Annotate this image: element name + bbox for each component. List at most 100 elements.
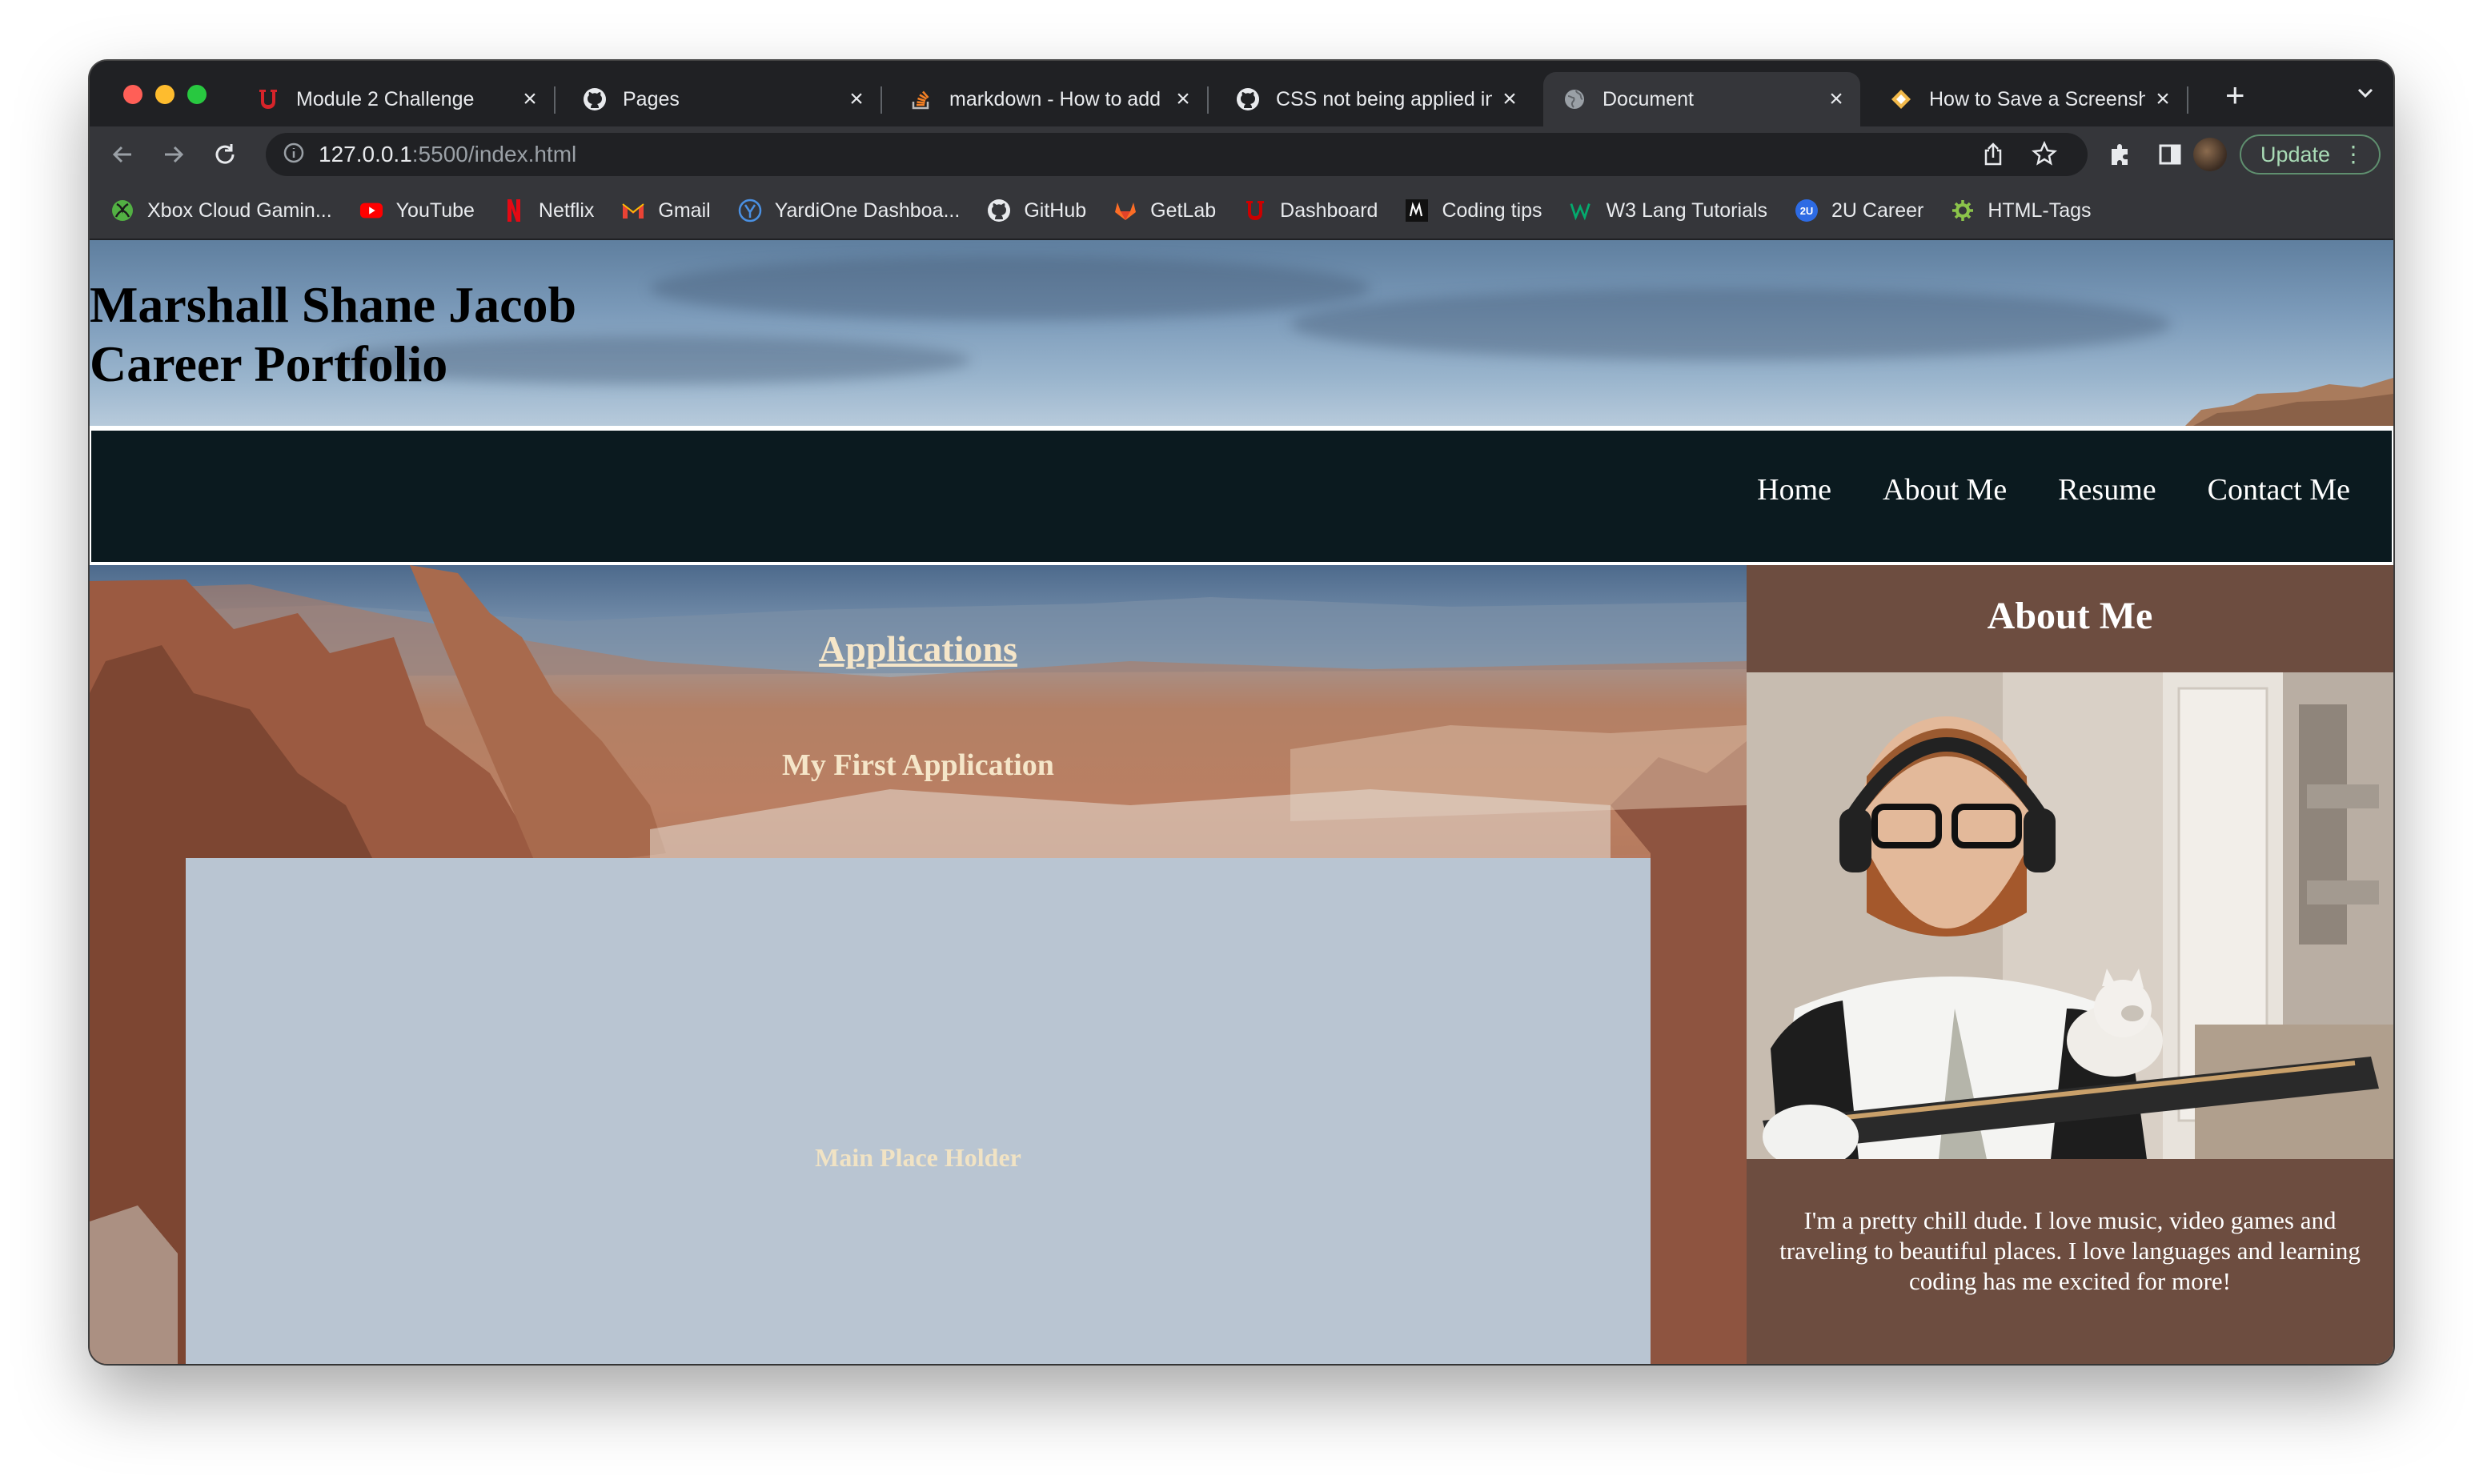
nav-link-contact-me[interactable]: Contact Me: [2208, 472, 2350, 507]
w3-icon: [1570, 199, 1594, 223]
url-path: :5500/index.html: [411, 142, 577, 166]
tab-document[interactable]: Document ×: [1543, 72, 1860, 126]
about-me-heading: About Me: [1987, 595, 2153, 637]
about-me-text: I'm a pretty chill dude. I love music, v…: [1779, 1206, 2361, 1295]
tab-css-not-applied[interactable]: CSS not being applied in ×: [1217, 72, 1534, 126]
diamond-icon: [1889, 87, 1913, 111]
nav-link-home[interactable]: Home: [1757, 472, 1831, 507]
bookmark-2u-career[interactable]: 2U 2U Career: [1795, 199, 1923, 223]
side-panel-icon[interactable]: [2156, 141, 2184, 168]
applications-heading[interactable]: Applications: [90, 628, 1747, 670]
close-icon[interactable]: ×: [1827, 87, 1846, 111]
main-placeholder-text: Main Place Holder: [815, 1143, 1021, 1172]
bookmarks-bar: Xbox Cloud Gamin... YouTube Netflix Gmai…: [90, 182, 2393, 240]
youtube-icon: [359, 199, 383, 223]
header-rock-formation: [2185, 378, 2393, 426]
about-me-aside: About Me I'm a pretty chill dude. I love…: [1747, 565, 2393, 1364]
tab-how-to-save-screenshot[interactable]: How to Save a Screensh ×: [1870, 72, 2188, 126]
close-icon[interactable]: ×: [1500, 87, 1519, 111]
gear-icon: [1951, 199, 1975, 223]
maximize-window-button[interactable]: [187, 85, 207, 104]
update-button[interactable]: Update ⋮: [2240, 134, 2381, 174]
netflix-icon: [502, 199, 526, 223]
tab-title: CSS not being applied in: [1276, 87, 1492, 110]
github-icon: [987, 199, 1011, 223]
bookmark-coding-tips[interactable]: Coding tips: [1405, 199, 1542, 223]
site-title-line2: Career Portfolio: [90, 335, 448, 392]
address-bar[interactable]: 127.0.0.1:5500/index.html: [266, 133, 2088, 176]
back-arrow-icon[interactable]: [109, 141, 136, 168]
profile-avatar[interactable]: [2193, 138, 2227, 171]
site-nav: Home About Me Resume Contact Me: [90, 431, 2393, 565]
bookmark-xbox[interactable]: Xbox Cloud Gamin...: [110, 199, 332, 223]
forward-arrow-icon[interactable]: [160, 141, 187, 168]
minimize-window-button[interactable]: [155, 85, 174, 104]
gmail-icon: [621, 199, 645, 223]
bookmark-label: HTML-Tags: [1988, 199, 2092, 222]
bookmark-dashboard[interactable]: Dashboard: [1243, 199, 1378, 223]
bookmark-yardione[interactable]: YardiOne Dashboa...: [738, 199, 960, 223]
bookmark-gitlab[interactable]: GetLab: [1113, 199, 1216, 223]
bookmark-html-tags[interactable]: HTML-Tags: [1951, 199, 2092, 223]
site-title-line1: Marshall Shane Jacob: [90, 276, 577, 333]
close-icon[interactable]: ×: [520, 87, 540, 111]
url-host: 127.0.0.1: [319, 142, 412, 166]
bookmark-netflix[interactable]: Netflix: [502, 199, 594, 223]
bookmark-label: 2U Career: [1831, 199, 1924, 222]
nav-link-resume[interactable]: Resume: [2058, 472, 2156, 507]
first-application-title: My First Application: [782, 748, 1054, 782]
medium-icon: [1405, 199, 1429, 223]
share-icon[interactable]: [1982, 142, 2004, 170]
github-icon: [583, 87, 607, 111]
2u-icon: 2U: [1795, 199, 1819, 223]
gitlab-icon: [1113, 199, 1137, 223]
tab-module-2-challenge[interactable]: Module 2 Challenge ×: [237, 72, 556, 126]
tab-title: Document: [1603, 87, 1694, 110]
site-header: Marshall Shane Jacob Career Portfolio: [90, 240, 2393, 429]
tab-title: Pages: [623, 87, 680, 110]
bookmark-w3-lang[interactable]: W3 Lang Tutorials: [1570, 199, 1768, 223]
yardi-icon: [738, 199, 762, 223]
stackoverflow-icon: [909, 87, 933, 111]
profile-photo: [1747, 672, 2393, 1159]
bookmark-label: Coding tips: [1442, 199, 1542, 222]
browser-toolbar: 127.0.0.1:5500/index.html Update ⋮: [90, 126, 2393, 182]
bookmark-label: Netflix: [538, 199, 595, 222]
svg-text:2U: 2U: [1800, 205, 1814, 217]
tab-title: How to Save a Screensh: [1929, 87, 2145, 110]
browser-window: Module 2 Challenge × Pages × markdown - …: [90, 61, 2393, 1364]
github-icon: [1236, 87, 1260, 111]
extensions-puzzle-icon[interactable]: [2107, 141, 2134, 168]
tab-strip: Module 2 Challenge × Pages × markdown - …: [90, 61, 2393, 126]
new-tab-button[interactable]: +: [2225, 78, 2245, 112]
bookmark-label: YouTube: [395, 199, 475, 222]
main-content: Applications My First Application Main P…: [90, 565, 1747, 1364]
reload-icon[interactable]: [211, 141, 239, 168]
xbox-icon: [110, 199, 134, 223]
close-icon[interactable]: ×: [847, 87, 866, 111]
site-title: Marshall Shane Jacob Career Portfolio: [90, 275, 576, 394]
bookmark-label: Gmail: [658, 199, 711, 222]
tab-markdown[interactable]: markdown - How to add ×: [890, 72, 1209, 126]
globe-icon: [1562, 87, 1586, 111]
main-placeholder-box: Main Place Holder: [186, 858, 1651, 1364]
bookmark-label: W3 Lang Tutorials: [1606, 199, 1768, 222]
bookmark-label: GetLab: [1150, 199, 1217, 222]
tab-pages[interactable]: Pages ×: [564, 72, 882, 126]
bookmark-label: Xbox Cloud Gamin...: [147, 199, 332, 222]
bookmark-label: GitHub: [1024, 199, 1087, 222]
site-info-icon[interactable]: [283, 142, 304, 167]
bookmark-youtube[interactable]: YouTube: [359, 199, 475, 223]
bookmark-label: Dashboard: [1280, 199, 1378, 222]
close-icon[interactable]: ×: [2153, 87, 2172, 111]
nav-link-about-me[interactable]: About Me: [1883, 472, 2007, 507]
close-window-button[interactable]: [123, 85, 142, 104]
bookmark-star-icon[interactable]: [2032, 140, 2057, 170]
tab-title: markdown - How to add: [949, 87, 1161, 110]
more-options-icon[interactable]: ⋮: [2342, 141, 2365, 167]
bookmark-gmail[interactable]: Gmail: [621, 199, 711, 223]
close-icon[interactable]: ×: [1173, 87, 1193, 111]
university-u-icon: [256, 87, 280, 111]
bookmark-github[interactable]: GitHub: [987, 199, 1086, 223]
tab-search-chevron-icon[interactable]: [2355, 85, 2376, 105]
